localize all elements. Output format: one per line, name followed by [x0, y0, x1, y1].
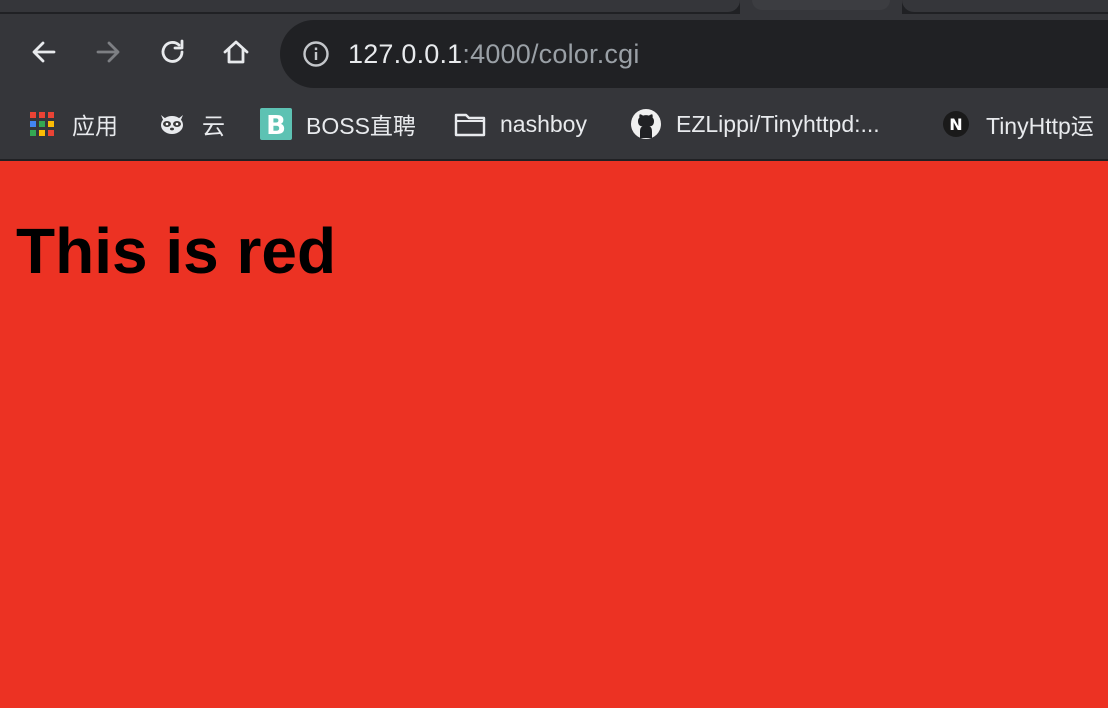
reload-icon: [161, 39, 184, 63]
tab-strip: [0, 0, 1108, 14]
home-icon: [223, 40, 249, 64]
bookmark-cloud[interactable]: 云: [156, 108, 225, 140]
url-text[interactable]: 127.0.0.1:4000/color.cgi: [348, 38, 640, 70]
address-bar[interactable]: 127.0.0.1:4000/color.cgi: [280, 20, 1108, 88]
bookmark-boss[interactable]: B BOSS直聘: [260, 108, 416, 140]
nextjs-icon: N: [940, 108, 972, 140]
back-button[interactable]: [26, 34, 62, 70]
active-tab[interactable]: [752, 0, 890, 10]
bookmark-github[interactable]: EZLippi/Tinyhttpd:...: [630, 108, 880, 140]
boss-icon: B: [260, 108, 292, 140]
back-icon: [32, 41, 56, 63]
forward-icon: [96, 41, 120, 63]
home-button[interactable]: [218, 34, 254, 70]
url-host: 127.0.0.1: [348, 39, 463, 69]
page-content: This is red: [0, 161, 1108, 708]
raccoon-icon: [156, 108, 188, 140]
tab-left[interactable]: [0, 0, 740, 12]
bookmark-folder-nashboy[interactable]: nashboy: [454, 108, 587, 140]
tab-right[interactable]: [902, 0, 1108, 12]
toolbar: 127.0.0.1:4000/color.cgi: [0, 14, 1108, 100]
bookmark-label: 应用: [72, 113, 118, 139]
bookmark-label: BOSS直聘: [306, 113, 416, 139]
bookmarks-bar: 应用 云 B BOSS直聘 nashboy EZLippi/Tinyhttpd:…: [0, 100, 1108, 161]
bookmark-tinyhttp[interactable]: N TinyHttp运: [940, 108, 1094, 140]
svg-text:N: N: [949, 115, 962, 134]
info-icon[interactable]: [302, 40, 330, 68]
forward-button[interactable]: [90, 34, 126, 70]
bookmark-label: EZLippi/Tinyhttpd:...: [676, 110, 880, 137]
browser-window: 127.0.0.1:4000/color.cgi 应用 云 B BOSS直聘 n…: [0, 0, 1108, 708]
github-icon: [630, 108, 662, 140]
bookmark-label: nashboy: [500, 110, 587, 137]
bookmark-apps[interactable]: 应用: [26, 108, 118, 140]
apps-grid-icon: [26, 108, 58, 140]
bookmark-label: TinyHttp运: [986, 113, 1094, 139]
reload-button[interactable]: [155, 34, 191, 70]
bookmark-label: 云: [202, 113, 225, 139]
svg-text:B: B: [266, 111, 286, 140]
page-heading: This is red: [16, 215, 337, 287]
folder-icon: [454, 108, 486, 140]
url-path: :4000/color.cgi: [462, 39, 640, 69]
